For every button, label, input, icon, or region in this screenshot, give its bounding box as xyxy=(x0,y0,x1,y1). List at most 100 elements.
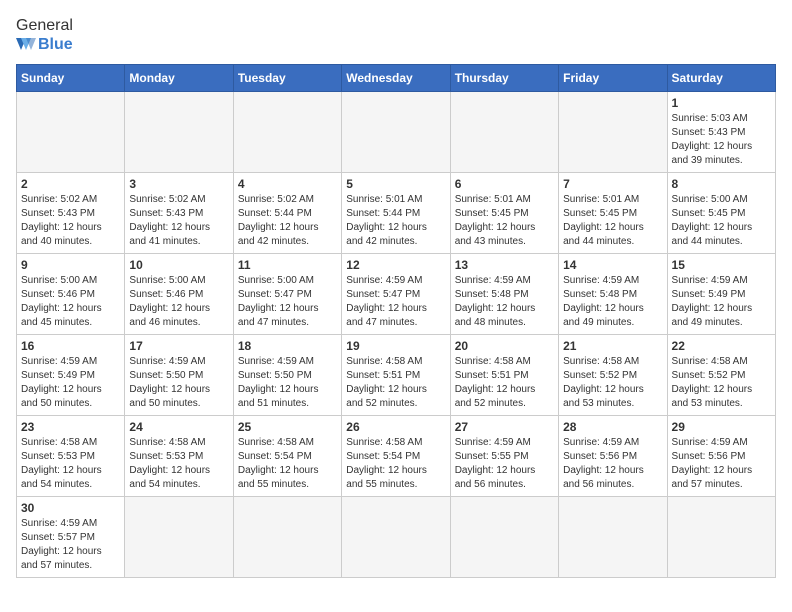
calendar-cell: 17 Sunrise: 4:59 AM Sunset: 5:50 PM Dayli… xyxy=(125,335,233,416)
day-number: 16 xyxy=(21,339,120,353)
day-number: 14 xyxy=(563,258,662,272)
calendar-cell xyxy=(450,92,558,173)
day-number: 6 xyxy=(455,177,554,191)
day-info: Sunrise: 4:59 AM Sunset: 5:57 PM Dayligh… xyxy=(21,517,120,573)
day-info: Sunrise: 4:58 AM Sunset: 5:54 PM Dayligh… xyxy=(346,436,445,492)
calendar-cell xyxy=(233,92,341,173)
calendar-cell xyxy=(233,497,341,578)
calendar-cell: 7Sunrise: 5:01 AM Sunset: 5:45 PM Daylig… xyxy=(559,173,667,254)
day-number: 29 xyxy=(672,420,771,434)
logo: General Blue xyxy=(16,16,73,54)
calendar-cell: 9Sunrise: 5:00 AM Sunset: 5:46 PM Daylig… xyxy=(17,254,125,335)
calendar-cell: 12Sunrise: 4:59 AM Sunset: 5:47 PM Dayli… xyxy=(342,254,450,335)
day-info: Sunrise: 5:00 AM Sunset: 5:45 PM Dayligh… xyxy=(672,193,771,249)
calendar-cell: 29Sunrise: 4:59 AM Sunset: 5:56 PM Dayli… xyxy=(667,416,775,497)
calendar-cell: 30 Sunrise: 4:59 AM Sunset: 5:57 PM Dayli… xyxy=(17,497,125,578)
calendar-week-row: 1 Sunrise: 5:03 AM Sunset: 5:43 PM Daylig… xyxy=(17,92,776,173)
calendar-week-row: 2 Sunrise: 5:02 AM Sunset: 5:43 PM Daylig… xyxy=(17,173,776,254)
day-number: 10 xyxy=(129,258,228,272)
day-info: Sunrise: 4:58 AM Sunset: 5:52 PM Dayligh… xyxy=(672,355,771,411)
day-info: Sunrise: 5:02 AM Sunset: 5:43 PM Dayligh… xyxy=(21,193,120,249)
day-info: Sunrise: 4:59 AM Sunset: 5:50 PM Dayligh… xyxy=(129,355,228,411)
day-info: Sunrise: 4:58 AM Sunset: 5:51 PM Dayligh… xyxy=(455,355,554,411)
day-number: 22 xyxy=(672,339,771,353)
day-number: 17 xyxy=(129,339,228,353)
day-number: 25 xyxy=(238,420,337,434)
day-header-thursday: Thursday xyxy=(450,65,558,92)
day-header-tuesday: Tuesday xyxy=(233,65,341,92)
day-info: Sunrise: 5:03 AM Sunset: 5:43 PM Dayligh… xyxy=(672,112,771,168)
calendar-cell: 16 Sunrise: 4:59 AM Sunset: 5:49 PM Dayli… xyxy=(17,335,125,416)
calendar-cell xyxy=(559,497,667,578)
logo-triangle-icon xyxy=(16,38,36,52)
day-number: 23 xyxy=(21,420,120,434)
day-info: Sunrise: 4:59 AM Sunset: 5:56 PM Dayligh… xyxy=(563,436,662,492)
calendar-cell: 8Sunrise: 5:00 AM Sunset: 5:45 PM Daylig… xyxy=(667,173,775,254)
logo-general-text: General xyxy=(16,16,73,35)
calendar-cell: 14 Sunrise: 4:59 AM Sunset: 5:48 PM Dayli… xyxy=(559,254,667,335)
calendar-cell: 6 Sunrise: 5:01 AM Sunset: 5:45 PM Daylig… xyxy=(450,173,558,254)
day-info: Sunrise: 4:59 AM Sunset: 5:55 PM Dayligh… xyxy=(455,436,554,492)
day-info: Sunrise: 4:59 AM Sunset: 5:50 PM Dayligh… xyxy=(238,355,337,411)
calendar-cell: 10 Sunrise: 5:00 AM Sunset: 5:46 PM Dayli… xyxy=(125,254,233,335)
day-number: 28 xyxy=(563,420,662,434)
calendar-cell xyxy=(667,497,775,578)
calendar-cell xyxy=(559,92,667,173)
calendar-cell: 25Sunrise: 4:58 AM Sunset: 5:54 PM Dayli… xyxy=(233,416,341,497)
day-number: 21 xyxy=(563,339,662,353)
day-info: Sunrise: 5:00 AM Sunset: 5:46 PM Dayligh… xyxy=(21,274,120,330)
day-header-monday: Monday xyxy=(125,65,233,92)
calendar-cell xyxy=(342,497,450,578)
calendar-cell: 20Sunrise: 4:58 AM Sunset: 5:51 PM Dayli… xyxy=(450,335,558,416)
day-info: Sunrise: 5:02 AM Sunset: 5:44 PM Dayligh… xyxy=(238,193,337,249)
day-number: 3 xyxy=(129,177,228,191)
day-header-friday: Friday xyxy=(559,65,667,92)
calendar-cell xyxy=(342,92,450,173)
calendar-cell xyxy=(450,497,558,578)
day-number: 18 xyxy=(238,339,337,353)
day-info: Sunrise: 5:02 AM Sunset: 5:43 PM Dayligh… xyxy=(129,193,228,249)
calendar-cell xyxy=(17,92,125,173)
day-header-saturday: Saturday xyxy=(667,65,775,92)
day-info: Sunrise: 4:58 AM Sunset: 5:52 PM Dayligh… xyxy=(563,355,662,411)
calendar-cell: 22 Sunrise: 4:58 AM Sunset: 5:52 PM Dayli… xyxy=(667,335,775,416)
calendar-week-row: 16 Sunrise: 4:59 AM Sunset: 5:49 PM Dayli… xyxy=(17,335,776,416)
calendar-cell xyxy=(125,92,233,173)
day-info: Sunrise: 4:59 AM Sunset: 5:48 PM Dayligh… xyxy=(563,274,662,330)
calendar-cell: 24 Sunrise: 4:58 AM Sunset: 5:53 PM Dayli… xyxy=(125,416,233,497)
day-number: 13 xyxy=(455,258,554,272)
day-number: 12 xyxy=(346,258,445,272)
day-number: 4 xyxy=(238,177,337,191)
calendar-week-row: 9Sunrise: 5:00 AM Sunset: 5:46 PM Daylig… xyxy=(17,254,776,335)
day-info: Sunrise: 5:01 AM Sunset: 5:45 PM Dayligh… xyxy=(455,193,554,249)
logo-blue-text: Blue xyxy=(38,35,73,54)
calendar-cell: 23 Sunrise: 4:58 AM Sunset: 5:53 PM Dayli… xyxy=(17,416,125,497)
calendar-cell: 21 Sunrise: 4:58 AM Sunset: 5:52 PM Dayli… xyxy=(559,335,667,416)
day-info: Sunrise: 5:00 AM Sunset: 5:47 PM Dayligh… xyxy=(238,274,337,330)
day-info: Sunrise: 4:59 AM Sunset: 5:49 PM Dayligh… xyxy=(672,274,771,330)
calendar-cell: 4 Sunrise: 5:02 AM Sunset: 5:44 PM Daylig… xyxy=(233,173,341,254)
calendar-cell: 26Sunrise: 4:58 AM Sunset: 5:54 PM Dayli… xyxy=(342,416,450,497)
calendar-cell: 18 Sunrise: 4:59 AM Sunset: 5:50 PM Dayli… xyxy=(233,335,341,416)
day-number: 2 xyxy=(21,177,120,191)
day-info: Sunrise: 4:58 AM Sunset: 5:51 PM Dayligh… xyxy=(346,355,445,411)
calendar-header-row: SundayMondayTuesdayWednesdayThursdayFrid… xyxy=(17,65,776,92)
calendar-cell: 1 Sunrise: 5:03 AM Sunset: 5:43 PM Daylig… xyxy=(667,92,775,173)
day-info: Sunrise: 4:58 AM Sunset: 5:53 PM Dayligh… xyxy=(129,436,228,492)
day-number: 15 xyxy=(672,258,771,272)
day-number: 11 xyxy=(238,258,337,272)
day-info: Sunrise: 5:00 AM Sunset: 5:46 PM Dayligh… xyxy=(129,274,228,330)
day-number: 30 xyxy=(21,501,120,515)
calendar-cell: 3 Sunrise: 5:02 AM Sunset: 5:43 PM Daylig… xyxy=(125,173,233,254)
day-number: 1 xyxy=(672,96,771,110)
day-number: 19 xyxy=(346,339,445,353)
logo-container: General Blue xyxy=(16,16,73,54)
calendar-cell: 19 Sunrise: 4:58 AM Sunset: 5:51 PM Dayli… xyxy=(342,335,450,416)
calendar-week-row: 23 Sunrise: 4:58 AM Sunset: 5:53 PM Dayli… xyxy=(17,416,776,497)
day-info: Sunrise: 4:58 AM Sunset: 5:53 PM Dayligh… xyxy=(21,436,120,492)
day-number: 24 xyxy=(129,420,228,434)
day-info: Sunrise: 4:59 AM Sunset: 5:49 PM Dayligh… xyxy=(21,355,120,411)
day-info: Sunrise: 5:01 AM Sunset: 5:44 PM Dayligh… xyxy=(346,193,445,249)
page-header: General Blue xyxy=(16,16,776,54)
calendar-cell: 27Sunrise: 4:59 AM Sunset: 5:55 PM Dayli… xyxy=(450,416,558,497)
